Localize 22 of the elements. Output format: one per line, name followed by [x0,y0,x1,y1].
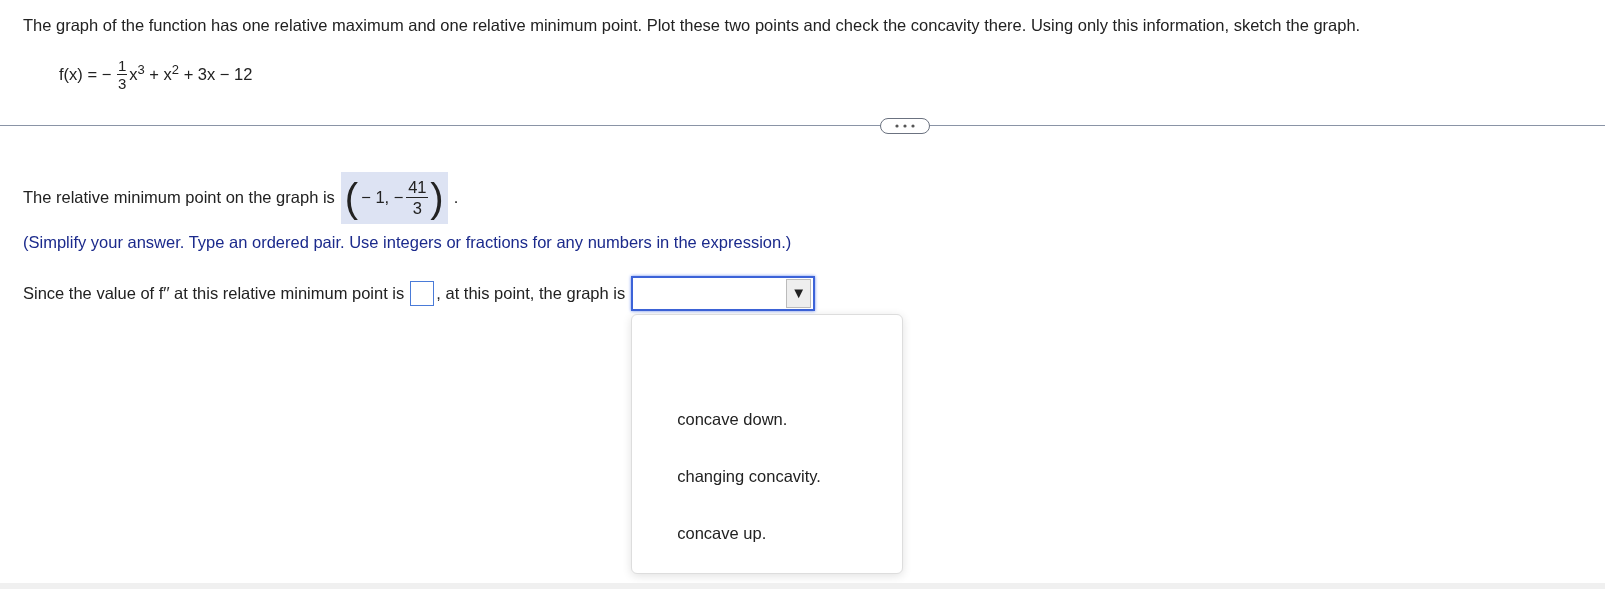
fraction-denominator: 3 [412,198,422,219]
expand-button[interactable] [880,117,930,134]
instruction-text: (Simplify your answer. Type an ordered pair. Use integers or fractions for any numbers in the expression.) [23,231,793,253]
open-paren: ( [344,177,359,218]
dropdown-option[interactable]: concave up. [632,504,903,562]
dropdown-option[interactable]: changing concavity. [632,447,903,505]
concavity-text: , at this point, the graph is [436,282,626,304]
question-text: The graph of the function has one relative maximum and one relative minimum point. Plot these two points and check the concavity there. Using only this information, sketch the graph. [23,15,1362,36]
fraction-numerator: 1 [118,57,127,75]
dropdown-option[interactable]: concave down. [632,390,903,448]
formula-terms: x$^{3}$ + x$^{2}$ + 3x − 12 [129,62,253,86]
fraction-denominator: 3 [118,75,127,93]
close-paren: ) [430,177,444,218]
period-text: . [453,187,459,209]
concavity-dropdown[interactable]: ▼ [631,275,816,311]
ellipsis-icon [894,123,916,128]
answer-input[interactable] [410,280,435,306]
fraction-numerator: 41 [408,177,427,198]
answer-value: − 1, − [361,187,404,209]
answer-prompt: The relative minimum point on the graph is [23,187,335,209]
formula-lhs: f(x) = − [59,64,112,86]
concavity-prompt: Since the value of f′′ at this relative minimum point is [23,282,405,304]
